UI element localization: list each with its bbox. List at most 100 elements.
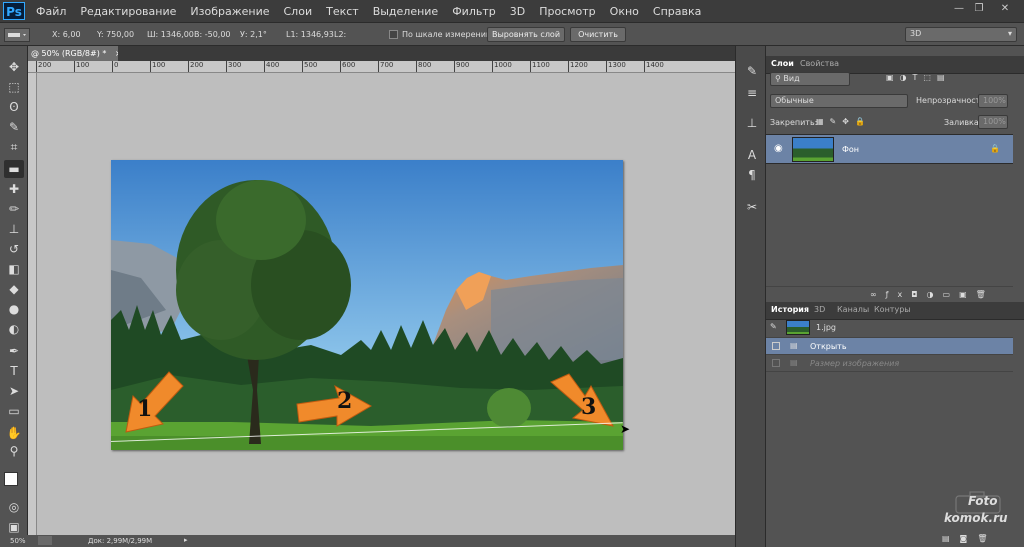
brush-panel-icon[interactable]: ✎ [742, 62, 762, 80]
clone-source-icon[interactable]: ⊥ [742, 114, 762, 132]
ruler-tick [340, 61, 341, 72]
layer-thumbnail [792, 137, 834, 162]
snapshot-thumbnail [786, 320, 810, 335]
pen-tool-icon[interactable]: ✒ [4, 342, 24, 360]
blur-tool-icon[interactable]: ● [4, 300, 24, 318]
history-snapshot[interactable]: ✎ 1.jpg [766, 318, 1013, 338]
menu-image[interactable]: Изображение [183, 5, 276, 18]
clear-button[interactable]: Очистить [570, 27, 626, 42]
brush-tool-icon[interactable]: ✏ [4, 200, 24, 218]
menu-filter[interactable]: Фильтр [445, 5, 503, 18]
layer-filter-icons[interactable]: ▣◑T⬚▤ [886, 73, 951, 82]
ruler-label: 0 [114, 61, 119, 69]
history-checkbox[interactable] [772, 342, 780, 350]
ruler-tick [530, 61, 531, 72]
dodge-tool-icon[interactable]: ◐ [4, 320, 24, 338]
foreground-color-swatch[interactable] [4, 472, 18, 486]
menu-file[interactable]: Файл [29, 5, 73, 18]
ruler-tick [378, 61, 379, 72]
hand-tool-icon[interactable]: ✋ [4, 424, 24, 442]
layer-name[interactable]: Фон [842, 145, 859, 154]
ruler-tool-icon[interactable]: ▬ [4, 160, 24, 178]
paragraph-panel-icon[interactable]: ¶ [742, 166, 762, 184]
document-info: Док: 2,99M/2,99M [88, 537, 153, 545]
eye-icon[interactable]: ◉ [774, 143, 783, 154]
close-window-button[interactable]: ✕ [996, 2, 1014, 16]
snapshot-name: 1.jpg [816, 323, 837, 332]
document-tab[interactable]: @ 50% (RGB/8#) * × [28, 46, 122, 61]
straighten-layer-button[interactable]: Выровнять слой [487, 27, 565, 42]
fill-input[interactable]: 100% [978, 115, 1008, 129]
layers-footer: ∞ƒx◘◑▭▣🗑 [766, 286, 1013, 302]
blend-mode-select[interactable]: Обычные [770, 94, 908, 108]
ruler-label: 200 [38, 61, 52, 69]
tools-panel: ✥ ⬚ ʘ ✎ ⌗ ▬ ✚ ✏ ⊥ ↺ ◧ ◆ ● ◐ ✒ T ➤ ▭ ✋ ⚲ … [0, 46, 28, 547]
eraser-tool-icon[interactable]: ◧ [4, 260, 24, 278]
menu-view[interactable]: Просмотр [532, 5, 602, 18]
menu-window[interactable]: Окно [603, 5, 646, 18]
character-panel-icon[interactable]: A [742, 146, 762, 164]
tab-layers[interactable]: Слои [771, 59, 794, 68]
menu-select[interactable]: Выделение [366, 5, 446, 18]
layer-filter-select[interactable]: ⚲ Вид [770, 72, 850, 86]
lock-icons[interactable]: ▦✎✥🔒 [816, 117, 871, 126]
rectangle-tool-icon[interactable]: ▭ [4, 402, 24, 420]
option-l1: L1: 1346,93 [286, 30, 334, 39]
brush-presets-icon[interactable]: ≡ [742, 84, 762, 102]
quick-select-tool-icon[interactable]: ✎ [4, 118, 24, 136]
tab-properties[interactable]: Свойства [800, 59, 839, 68]
ruler-label: 400 [266, 61, 280, 69]
use-scale-checkbox[interactable] [389, 30, 398, 39]
ruler-tool-preset[interactable] [4, 28, 30, 42]
tab-channels[interactable]: Каналы [837, 305, 869, 314]
ruler-tick [150, 61, 151, 72]
tab-3d[interactable]: 3D [814, 305, 825, 314]
layers-footer-icons[interactable]: ∞ƒx◘◑▭▣🗑 [870, 290, 995, 299]
menu-3d[interactable]: 3D [503, 5, 532, 18]
blend-mode-value: Обычные [775, 96, 814, 105]
quick-mask-icon[interactable]: ◎ [4, 498, 24, 516]
arrow-2 [296, 384, 373, 427]
path-selection-tool-icon[interactable]: ➤ [4, 382, 24, 400]
lasso-tool-icon[interactable]: ʘ [4, 98, 24, 116]
status-menu-arrow-icon[interactable]: ▸ [184, 536, 188, 544]
restore-button[interactable]: ❐ [970, 2, 988, 16]
menu-edit[interactable]: Редактирование [73, 5, 183, 18]
layer-row[interactable]: ◉ Фон 🔒 [766, 134, 1013, 164]
healing-brush-tool-icon[interactable]: ✚ [4, 180, 24, 198]
workspace-select[interactable]: 3D ▾ [905, 27, 1017, 42]
zoom-tool-icon[interactable]: ⚲ [4, 442, 24, 460]
move-tool-icon[interactable]: ✥ [4, 58, 24, 76]
history-footer-icons[interactable]: ▤◙🗑 [942, 534, 997, 543]
history-item-resize[interactable]: ▤ Размер изображения [766, 355, 1013, 372]
marquee-tool-icon[interactable]: ⬚ [4, 78, 24, 96]
menu-layers[interactable]: Слои [277, 5, 320, 18]
option-y: Y: 750,00 [97, 30, 135, 39]
ruler-tick [188, 61, 189, 72]
history-checkbox[interactable] [772, 359, 780, 367]
history-item-open[interactable]: ▤ Открыть [766, 338, 1013, 355]
tab-history[interactable]: История [771, 305, 809, 314]
ruler-tick [226, 61, 227, 72]
tab-paths[interactable]: Контуры [874, 305, 911, 314]
option-l2: L2: [334, 30, 347, 39]
clone-stamp-tool-icon[interactable]: ⊥ [4, 220, 24, 238]
zoom-level[interactable]: 50% [10, 537, 26, 545]
history-brush-tool-icon[interactable]: ↺ [4, 240, 24, 258]
paint-bucket-tool-icon[interactable]: ◆ [4, 280, 24, 298]
status-icon[interactable] [38, 536, 52, 545]
crop-tool-icon[interactable]: ⌗ [4, 138, 24, 156]
opacity-input[interactable]: 100% [978, 94, 1008, 108]
ruler-tick [454, 61, 455, 72]
type-tool-icon[interactable]: T [4, 362, 24, 380]
collapsed-panels-dock: ✎ ≡ ⊥ A ¶ ✂ [735, 46, 766, 547]
screen-mode-icon[interactable]: ▣ [4, 518, 24, 536]
tab-strip [118, 46, 735, 61]
menu-type[interactable]: Текст [319, 5, 366, 18]
document-image[interactable]: 1 2 3 [111, 160, 623, 450]
tool-presets-icon[interactable]: ✂ [742, 198, 762, 216]
use-scale-label: По шкале измерений [402, 30, 492, 39]
lock-icon: 🔒 [990, 144, 1000, 153]
minimize-button[interactable]: — [950, 2, 968, 16]
menu-help[interactable]: Справка [646, 5, 708, 18]
